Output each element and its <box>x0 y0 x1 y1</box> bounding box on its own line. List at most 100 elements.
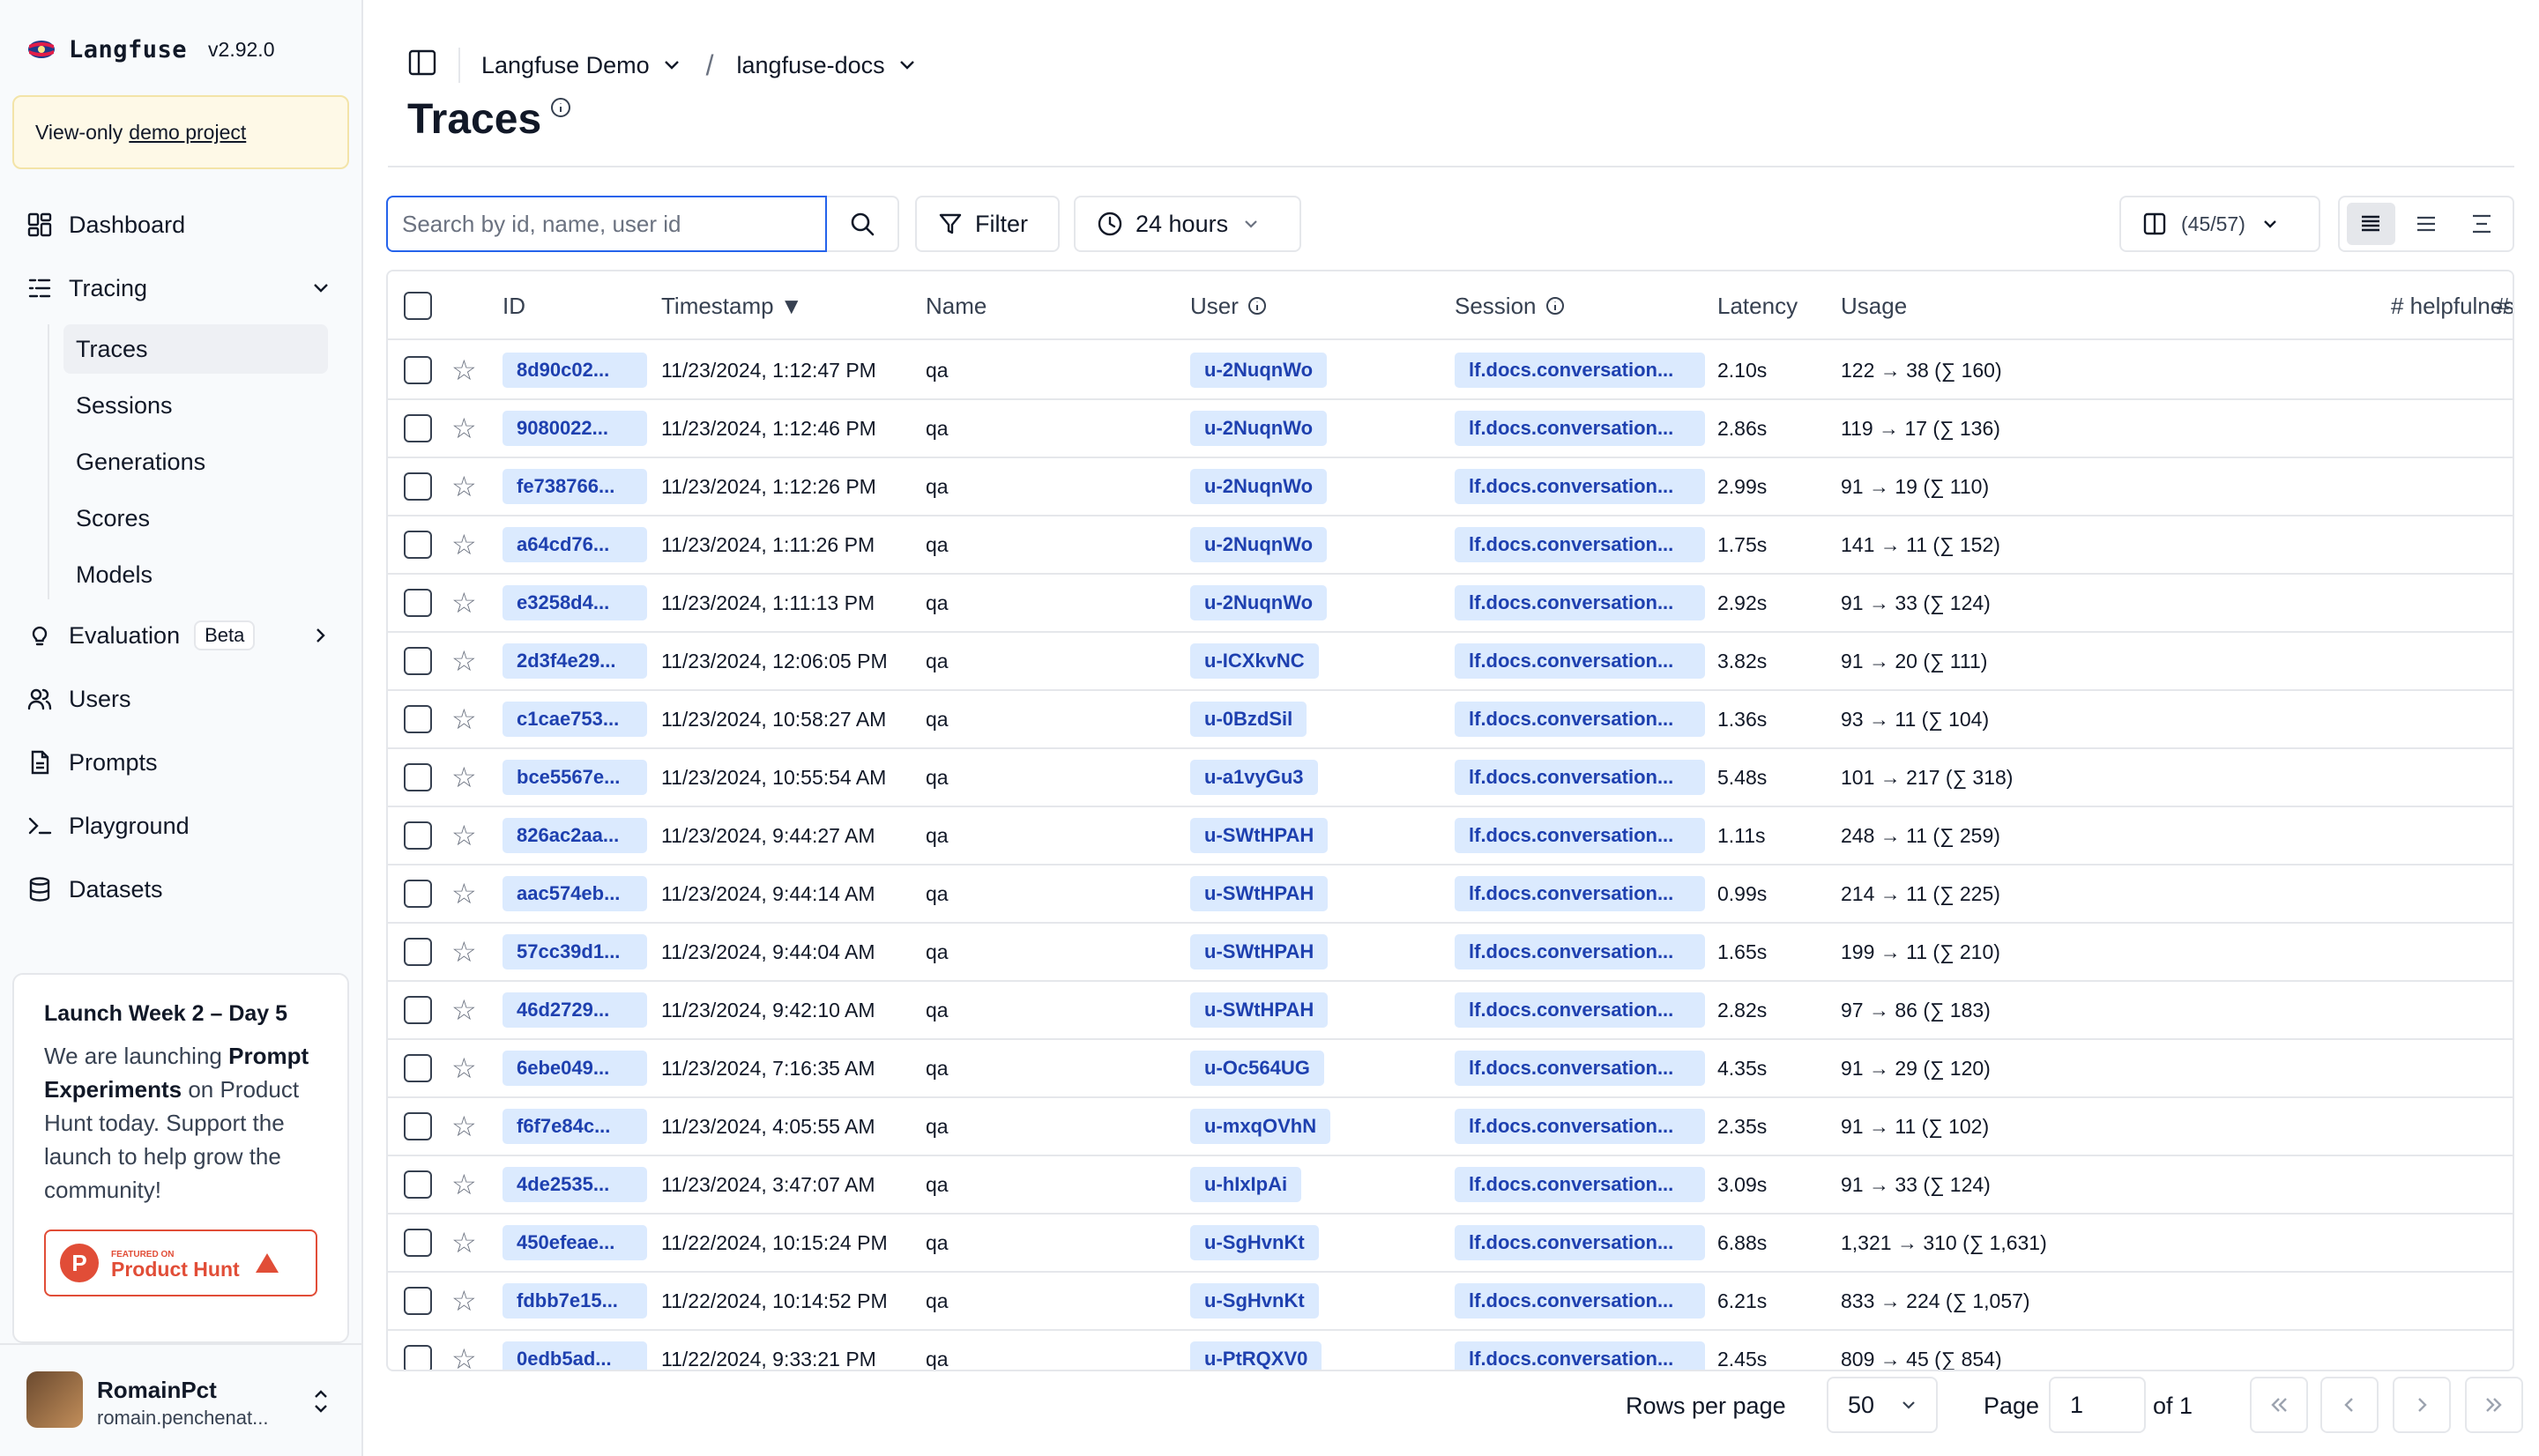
demo-project-link[interactable]: demo project <box>129 121 246 145</box>
table-row[interactable]: ☆ bce5567e... 11/23/2024, 10:55:54 AM qa u-a… <box>388 749 2513 807</box>
session-pill[interactable]: lf.docs.conversation... <box>1455 1051 1705 1086</box>
user-cell[interactable]: u-SWtHPAH <box>1190 865 1329 922</box>
session-cell[interactable]: lf.docs.conversation... <box>1455 1331 1705 1370</box>
star-icon[interactable]: ☆ <box>451 1331 477 1370</box>
session-cell[interactable]: lf.docs.conversation... <box>1455 1156 1705 1213</box>
density-comfortable-button[interactable] <box>2347 203 2395 245</box>
table-row[interactable]: ☆ 450efeae... 11/22/2024, 10:15:24 PM qa u-S… <box>388 1215 2513 1273</box>
star-icon[interactable]: ☆ <box>451 749 477 806</box>
user-pill[interactable]: u-Oc564UG <box>1190 1051 1324 1086</box>
sidebar-item-playground[interactable]: Playground <box>12 799 349 853</box>
trace-id-pill[interactable]: e3258d4... <box>503 585 647 620</box>
user-cell[interactable]: u-SWtHPAH <box>1190 924 1329 980</box>
sidebar-item-traces[interactable]: Traces <box>63 324 328 374</box>
sidebar-item-dashboard[interactable]: Dashboard <box>12 197 349 252</box>
user-pill[interactable]: u-SWtHPAH <box>1190 818 1329 853</box>
session-cell[interactable]: lf.docs.conversation... <box>1455 633 1705 689</box>
trace-id-cell[interactable]: 8d90c02... <box>503 342 647 398</box>
user-pill[interactable]: u-0BzdSil <box>1190 702 1307 737</box>
user-pill[interactable]: u-SgHvnKt <box>1190 1283 1319 1319</box>
star-icon[interactable]: ☆ <box>451 1215 477 1271</box>
star-icon[interactable]: ☆ <box>451 458 477 515</box>
table-row[interactable]: ☆ c1cae753... 11/23/2024, 10:58:27 AM qa u-0… <box>388 691 2513 749</box>
user-cell[interactable]: u-Oc564UG <box>1190 1040 1324 1096</box>
user-pill[interactable]: u-a1vyGu3 <box>1190 760 1318 795</box>
star-icon[interactable]: ☆ <box>451 516 477 573</box>
breadcrumb-page[interactable]: langfuse-docs <box>737 52 919 79</box>
session-pill[interactable]: lf.docs.conversation... <box>1455 934 1705 969</box>
star-icon[interactable]: ☆ <box>451 1273 477 1329</box>
trace-id-cell[interactable]: 0edb5ad... <box>503 1331 647 1370</box>
trace-id-cell[interactable]: e3258d4... <box>503 575 647 631</box>
user-pill[interactable]: u-2NuqnWo <box>1190 469 1328 504</box>
trace-id-pill[interactable]: 46d2729... <box>503 992 647 1028</box>
session-cell[interactable]: lf.docs.conversation... <box>1455 1215 1705 1271</box>
user-cell[interactable]: u-SWtHPAH <box>1190 982 1329 1038</box>
row-checkbox[interactable] <box>404 1156 432 1213</box>
sidebar-item-sessions[interactable]: Sessions <box>63 381 328 430</box>
star-icon[interactable]: ☆ <box>451 691 477 747</box>
user-cell[interactable]: u-mxqOVhN <box>1190 1098 1331 1155</box>
user-cell[interactable]: u-0BzdSil <box>1190 691 1307 747</box>
session-cell[interactable]: lf.docs.conversation... <box>1455 691 1705 747</box>
user-cell[interactable]: u-2NuqnWo <box>1190 575 1328 631</box>
session-pill[interactable]: lf.docs.conversation... <box>1455 411 1705 446</box>
user-pill[interactable]: u-SWtHPAH <box>1190 992 1329 1028</box>
row-checkbox[interactable] <box>404 516 432 573</box>
column-header-user[interactable]: User <box>1190 271 1267 340</box>
trace-id-cell[interactable]: 6ebe049... <box>503 1040 647 1096</box>
row-checkbox[interactable] <box>404 1273 432 1329</box>
sidebar-item-tracing[interactable]: Tracing <box>12 261 349 316</box>
session-pill[interactable]: lf.docs.conversation... <box>1455 992 1705 1028</box>
user-pill[interactable]: u-SWtHPAH <box>1190 876 1329 911</box>
trace-id-cell[interactable]: a64cd76... <box>503 516 647 573</box>
filter-button[interactable]: Filter <box>915 196 1060 252</box>
user-menu[interactable]: RomainPct romain.penchenat... <box>0 1343 363 1456</box>
search-button[interactable] <box>827 196 899 252</box>
session-cell[interactable]: lf.docs.conversation... <box>1455 749 1705 806</box>
row-checkbox[interactable] <box>404 575 432 631</box>
user-cell[interactable]: u-2NuqnWo <box>1190 516 1328 573</box>
sidebar-item-users[interactable]: Users <box>12 672 349 726</box>
column-header-name[interactable]: Name <box>926 271 987 340</box>
trace-id-cell[interactable]: 2d3f4e29... <box>503 633 647 689</box>
session-cell[interactable]: lf.docs.conversation... <box>1455 575 1705 631</box>
row-checkbox[interactable] <box>404 1331 432 1370</box>
trace-id-cell[interactable]: aac574eb... <box>503 865 647 922</box>
chevron-right-icon[interactable] <box>309 623 333 654</box>
search-input[interactable] <box>386 196 827 252</box>
table-row[interactable]: ☆ f6f7e84c... 11/23/2024, 4:05:55 AM qa u-mx… <box>388 1098 2513 1156</box>
table-row[interactable]: ☆ 4de2535... 11/23/2024, 3:47:07 AM qa u-hIx… <box>388 1156 2513 1215</box>
first-page-button[interactable] <box>2250 1377 2308 1433</box>
trace-id-cell[interactable]: fdbb7e15... <box>503 1273 647 1329</box>
row-checkbox[interactable] <box>404 865 432 922</box>
table-row[interactable]: ☆ 6ebe049... 11/23/2024, 7:16:35 AM qa u-Oc5… <box>388 1040 2513 1098</box>
session-cell[interactable]: lf.docs.conversation... <box>1455 1040 1705 1096</box>
trace-id-pill[interactable]: 2d3f4e29... <box>503 643 647 679</box>
table-row[interactable]: ☆ fe738766... 11/23/2024, 1:12:26 PM qa u-2N… <box>388 458 2513 516</box>
row-checkbox[interactable] <box>404 982 432 1038</box>
user-cell[interactable]: u-SgHvnKt <box>1190 1273 1319 1329</box>
trace-id-pill[interactable]: 57cc39d1... <box>503 934 647 969</box>
column-visibility-button[interactable]: (45/57) <box>2119 196 2320 252</box>
trace-id-pill[interactable]: aac574eb... <box>503 876 647 911</box>
trace-id-pill[interactable]: a64cd76... <box>503 527 647 562</box>
density-compact-button[interactable] <box>2457 203 2505 245</box>
page-number-input[interactable] <box>2049 1377 2146 1433</box>
breadcrumb-project[interactable]: Langfuse Demo <box>481 52 683 79</box>
row-checkbox[interactable] <box>404 633 432 689</box>
user-pill[interactable]: u-2NuqnWo <box>1190 411 1328 446</box>
star-icon[interactable]: ☆ <box>451 400 477 457</box>
select-all-checkbox[interactable] <box>404 271 432 340</box>
column-header-timestamp[interactable]: Timestamp ▼ <box>661 271 803 340</box>
session-pill[interactable]: lf.docs.conversation... <box>1455 1109 1705 1144</box>
trace-id-pill[interactable]: fdbb7e15... <box>503 1283 647 1319</box>
column-header-usage[interactable]: Usage <box>1841 271 1907 340</box>
rows-per-page-select[interactable]: 50 <box>1827 1377 1938 1433</box>
session-cell[interactable]: lf.docs.conversation... <box>1455 458 1705 515</box>
star-icon[interactable]: ☆ <box>451 807 477 864</box>
user-pill[interactable]: u-mxqOVhN <box>1190 1109 1331 1144</box>
trace-id-cell[interactable]: 9080022... <box>503 400 647 457</box>
session-pill[interactable]: lf.docs.conversation... <box>1455 1341 1705 1370</box>
trace-id-pill[interactable]: 4de2535... <box>503 1167 647 1202</box>
